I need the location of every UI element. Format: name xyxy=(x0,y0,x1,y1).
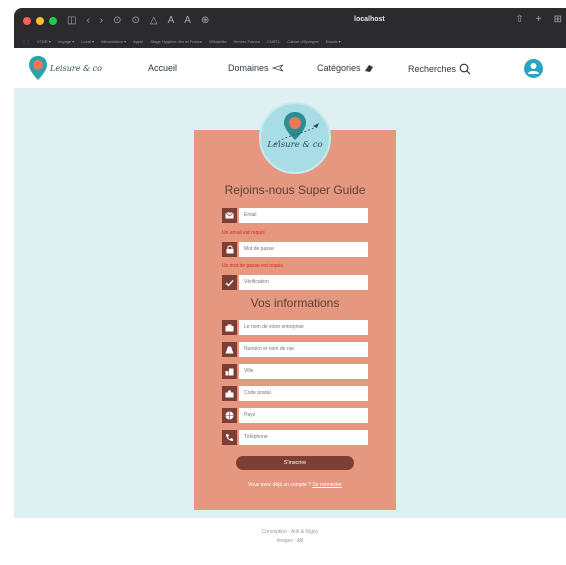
company-input[interactable] xyxy=(239,320,368,335)
nav-recherches[interactable]: Recherches xyxy=(408,63,471,75)
bookmark-item[interactable]: Stage Hygiène Jeu et France xyxy=(150,39,202,44)
zoom-window-button[interactable] xyxy=(49,17,57,25)
country-input[interactable] xyxy=(239,408,368,423)
footer-images-credit: Images : AB xyxy=(276,538,304,544)
bookmark-item[interactable]: Essais ▾ xyxy=(326,39,341,44)
city-icon xyxy=(222,364,237,379)
city-field xyxy=(222,364,368,379)
screen: ◫ ‹ › ⊙ ⊙ △ A A ⊕ localhost ⇧ + ⊞ ⋮⋮ VTB… xyxy=(0,0,566,565)
verification-field xyxy=(222,275,368,290)
email-field xyxy=(222,208,368,223)
user-avatar[interactable] xyxy=(524,59,543,78)
card-logo: Leisure & co xyxy=(259,102,331,174)
card-logo-text: Leisure & co xyxy=(267,140,323,150)
close-window-button[interactable] xyxy=(23,17,31,25)
site-logo[interactable]: Leisure & co xyxy=(28,55,102,81)
check-icon xyxy=(222,275,237,290)
text-smaller-icon[interactable]: A xyxy=(168,16,175,26)
privacy-icon[interactable]: ⊙ xyxy=(113,16,121,26)
company-field xyxy=(222,320,368,335)
map-pin-logo-icon xyxy=(29,56,47,80)
leisure-logo-icon xyxy=(274,112,319,145)
bookmark-item[interactable]: Wikipedia xyxy=(209,39,226,44)
browser-toolbar: ◫ ‹ › ⊙ ⊙ △ A A ⊕ localhost ⇧ + ⊞ xyxy=(14,8,566,34)
bookmark-item[interactable]: Voyage ▾ xyxy=(58,39,74,44)
bookmark-item[interactable]: Caisse d'Epargne xyxy=(287,39,318,44)
globe-icon xyxy=(222,408,237,423)
phone-field xyxy=(222,430,368,445)
country-field xyxy=(222,408,368,423)
signup-button[interactable]: S'inscrire xyxy=(236,456,354,470)
logo-text: Leisure & co xyxy=(50,63,102,73)
minimize-window-button[interactable] xyxy=(36,17,44,25)
postal-code-input[interactable] xyxy=(239,386,368,401)
bookmark-item[interactable]: VTBR ▾ xyxy=(37,39,51,44)
password-input[interactable] xyxy=(239,242,368,257)
nav-label: Recherches xyxy=(408,64,457,74)
nav-label: Catégories xyxy=(317,63,361,73)
lock-icon xyxy=(222,242,237,257)
bookmark-item[interactable]: Apple xyxy=(133,39,143,44)
building-icon xyxy=(222,320,237,335)
site-footer: Conception : Arik & Rigby Images : AB xyxy=(14,518,566,565)
window-controls xyxy=(23,17,57,25)
phone-icon xyxy=(222,430,237,445)
sidebar-icon[interactable]: ◫ xyxy=(67,16,76,26)
page-menu-icon[interactable]: ⊕ xyxy=(201,16,209,26)
web-page: Leisure & co Accueil Domaines Catégories… xyxy=(14,48,566,565)
postal-code-field xyxy=(222,386,368,401)
password-field xyxy=(222,242,368,257)
city-input[interactable] xyxy=(239,364,368,379)
share-icon[interactable]: ⇧ xyxy=(515,14,523,25)
bookmarks-bar: ⋮⋮ VTBR ▾ Voyage ▾ Local ▾ Alimentation … xyxy=(14,35,566,47)
plane-icon xyxy=(271,64,283,72)
extension-icon[interactable]: ⊙ xyxy=(132,16,140,26)
forward-icon[interactable]: › xyxy=(100,16,103,26)
section-title: Vos informations xyxy=(250,296,340,310)
envelope-icon xyxy=(222,208,237,223)
verification-input[interactable] xyxy=(239,275,368,290)
bookmark-item[interactable]: Heroes France xyxy=(233,39,259,44)
browser-chrome: ◫ ‹ › ⊙ ⊙ △ A A ⊕ localhost ⇧ + ⊞ ⋮⋮ VTB… xyxy=(14,8,566,48)
email-input[interactable] xyxy=(239,208,368,223)
sports-icon xyxy=(364,65,373,72)
email-error: Un email est requis xyxy=(222,230,265,236)
login-link[interactable]: Se connecter xyxy=(312,482,341,488)
nav-label: Domaines xyxy=(228,63,269,73)
road-icon xyxy=(222,342,237,357)
footer-credits: Conception : Arik & Rigby xyxy=(261,529,319,535)
back-icon[interactable]: ‹ xyxy=(86,16,89,26)
street-input[interactable] xyxy=(239,342,368,357)
site-header: Leisure & co Accueil Domaines Catégories… xyxy=(14,48,566,88)
login-prompt: Vous avez déjà un compte ? Se connecter xyxy=(194,482,396,488)
login-prompt-text: Vous avez déjà un compte ? xyxy=(248,482,311,488)
user-icon xyxy=(528,63,539,74)
bookmark-item[interactable]: CNRTL xyxy=(267,39,280,44)
bookmark-item[interactable]: Alimentation ▾ xyxy=(101,39,126,44)
address-bar[interactable]: localhost xyxy=(354,16,385,23)
phone-input[interactable] xyxy=(239,430,368,445)
new-tab-icon[interactable]: + xyxy=(536,14,542,25)
signup-card: Leisure & co Rejoins-nous Super Guide Un… xyxy=(194,102,396,510)
nav-label: Accueil xyxy=(148,63,178,73)
bookmark-item[interactable]: ⋮⋮ xyxy=(22,39,30,44)
cloud-icon[interactable]: △ xyxy=(150,16,158,26)
tab-overview-icon[interactable]: ⊞ xyxy=(554,14,562,25)
bookmark-item[interactable]: Local ▾ xyxy=(81,39,94,44)
nav-accueil[interactable]: Accueil xyxy=(148,63,177,73)
nav-domaines[interactable]: Domaines xyxy=(228,63,284,73)
password-error: Un mot de passe est requis xyxy=(222,263,283,269)
browser-right-controls: ⇧ + ⊞ xyxy=(515,14,562,25)
form-title: Rejoins-nous Super Guide xyxy=(224,183,366,197)
text-larger-icon[interactable]: A xyxy=(184,16,191,26)
mailbox-icon xyxy=(222,386,237,401)
nav-categories[interactable]: Catégories xyxy=(317,63,375,73)
street-field xyxy=(222,342,368,357)
search-icon xyxy=(459,63,471,75)
